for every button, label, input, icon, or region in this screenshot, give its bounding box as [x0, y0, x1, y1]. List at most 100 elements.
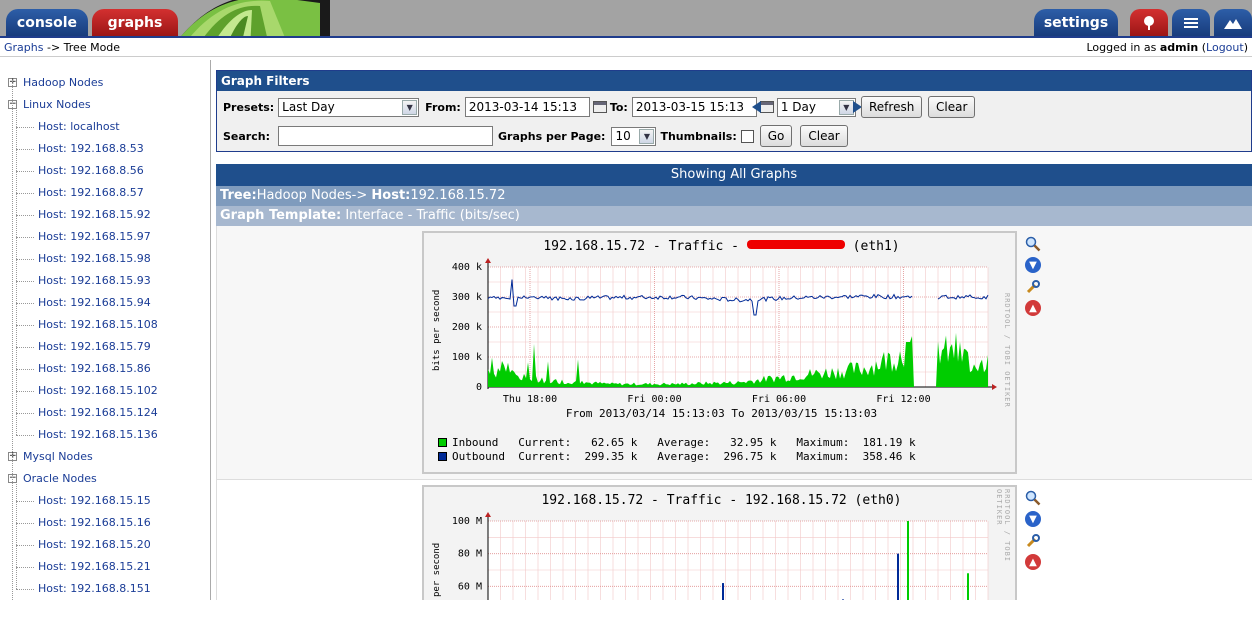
tree-host-node[interactable]: Host: 192.168.15.20: [16, 534, 151, 556]
scroll-to-top-icon[interactable]: ▲: [1025, 300, 1041, 316]
refresh-button[interactable]: Refresh: [861, 96, 923, 118]
tree-host-node[interactable]: Host: 192.168.15.108: [16, 314, 158, 336]
tree-host-node[interactable]: Host: 192.168.8.56: [16, 160, 144, 182]
tree-node-label: Hadoop Nodes: [23, 76, 104, 89]
tree-host-node[interactable]: Host: 192.168.15.93: [16, 270, 151, 292]
timespan-select[interactable]: 1 Day ▼: [776, 97, 856, 117]
csv-export-icon[interactable]: ▼: [1025, 257, 1041, 273]
tree-group-node[interactable]: + Hadoop Nodes: [8, 72, 103, 94]
page-bottom-blank: [0, 600, 1252, 638]
tree-node-label: Host: 192.168.8.57: [38, 186, 144, 199]
tree-host-node[interactable]: Host: 192.168.15.124: [16, 402, 158, 424]
graph-template-label: Graph Template:: [220, 208, 342, 223]
from-date-input[interactable]: 2013-03-14 15:13: [464, 97, 590, 117]
tree-connector: [16, 566, 34, 568]
tree-connector: [16, 214, 34, 216]
breadcrumb-graphs-link[interactable]: Graphs: [4, 41, 43, 54]
tree-host-node[interactable]: Host: 192.168.15.136: [16, 424, 158, 446]
shift-left-arrow-icon[interactable]: [752, 101, 761, 113]
calendar-icon[interactable]: [592, 101, 607, 113]
graph-template-row: Graph Template: Interface - Traffic (bit…: [216, 206, 1252, 226]
tree-node-label: Host: 192.168.15.16: [38, 516, 151, 529]
tree-host-node[interactable]: Host: 192.168.15.102: [16, 380, 158, 402]
tree-node-label: Host: 192.168.15.98: [38, 252, 151, 265]
tree-node-label: Mysql Nodes: [23, 450, 93, 463]
tree-host-node[interactable]: Host: 192.168.15.98: [16, 248, 151, 270]
tree-connector: [16, 346, 34, 348]
x-tick-label: Thu 18:00: [503, 394, 557, 405]
clear-time-button[interactable]: Clear: [928, 96, 976, 118]
calendar-icon[interactable]: [759, 101, 774, 113]
presets-value: Last Day: [282, 99, 335, 114]
presets-select[interactable]: Last Day ▼: [278, 97, 420, 117]
tree-root-connector: [12, 80, 13, 600]
list-view-button[interactable]: [1172, 9, 1210, 37]
tree-label: Tree:: [220, 188, 257, 203]
chevron-down-icon: ▼: [838, 99, 854, 115]
x-tick-label: Fri 12:00: [876, 394, 930, 405]
y-tick-label: 300 k: [452, 292, 482, 303]
tree-host-node[interactable]: Host: 192.168.15.15: [16, 490, 151, 512]
traffic-graph-eth1[interactable]: 192.168.15.72 - Traffic - (eth1) bits pe…: [422, 231, 1017, 474]
zoom-icon[interactable]: [1025, 490, 1041, 506]
scroll-to-top-icon[interactable]: ▲: [1025, 554, 1041, 570]
tree-node-label: Host: 192.168.15.97: [38, 230, 151, 243]
tree-context-row: Tree:Hadoop Nodes-> Host:192.168.15.72: [216, 186, 1252, 206]
tree-connector: [16, 126, 34, 128]
login-status: Logged in as admin (Logout): [1086, 39, 1248, 57]
tree-host-node[interactable]: Host: 192.168.15.21: [16, 556, 151, 578]
graphs-per-page-select[interactable]: 10 ▼: [611, 126, 657, 146]
tree-connector: [16, 236, 34, 238]
host-value: 192.168.15.72: [410, 188, 506, 203]
y-tick-label: 80 M: [458, 549, 482, 560]
properties-wrench-icon[interactable]: [1025, 533, 1041, 549]
from-label: From:: [425, 100, 461, 114]
tree-view-button[interactable]: [1130, 9, 1168, 37]
tree-host-node[interactable]: Host: 192.168.15.97: [16, 226, 151, 248]
chevron-down-icon: ▼: [402, 99, 418, 115]
to-date-input[interactable]: 2013-03-15 15:13: [631, 97, 757, 117]
clear-search-button[interactable]: Clear: [800, 125, 848, 147]
tree-host-node[interactable]: Host: 192.168.15.94: [16, 292, 151, 314]
tree-host-node[interactable]: Host: 192.168.15.92: [16, 204, 151, 226]
tree-node-label: Host: 192.168.15.20: [38, 538, 151, 551]
y-tick-label: 100 k: [452, 352, 482, 363]
tree-host-node[interactable]: Host: 192.168.15.86: [16, 358, 151, 380]
timespan-value: 1 Day: [780, 99, 816, 114]
traffic-graph-eth0[interactable]: 192.168.15.72 - Traffic - 192.168.15.72 …: [422, 485, 1017, 602]
properties-wrench-icon[interactable]: [1025, 279, 1041, 295]
tree-node-label: Host: 192.168.15.21: [38, 560, 151, 573]
tree-host-node[interactable]: Host: 192.168.8.57: [16, 182, 144, 204]
tree-host-node[interactable]: Host: localhost: [16, 116, 120, 138]
tree-node-label: Host: 192.168.15.93: [38, 274, 151, 287]
topbar-divider: [0, 36, 1252, 38]
tree-host-node[interactable]: Host: 192.168.8.53: [16, 138, 144, 160]
tree-group-node[interactable]: − Oracle Nodes: [8, 468, 97, 490]
tree-connector: [16, 434, 34, 436]
tree-host-node[interactable]: Host: 192.168.15.16: [16, 512, 151, 534]
tree-group-node[interactable]: − Linux Nodes: [8, 94, 91, 116]
tree-group-node[interactable]: + Mysql Nodes: [8, 446, 93, 468]
y-tick-label: 60 M: [458, 581, 482, 592]
inbound-swatch: [438, 438, 447, 447]
tree-vertical-connector: [16, 484, 17, 589]
csv-export-icon[interactable]: ▼: [1025, 511, 1041, 527]
zoom-icon[interactable]: [1025, 236, 1041, 252]
tree-connector: [16, 170, 34, 172]
tree-host-node[interactable]: Host: 192.168.15.79: [16, 336, 151, 358]
tree-node-label: Host: 192.168.15.108: [38, 318, 158, 331]
list-icon: [1184, 18, 1198, 28]
traffic-chart-eth0: 40 M60 M80 M100 M: [452, 512, 989, 602]
go-button[interactable]: Go: [759, 125, 793, 147]
preview-view-button[interactable]: [1214, 9, 1252, 37]
logout-link[interactable]: Logout: [1206, 41, 1244, 54]
tree-connector: [16, 368, 34, 370]
graphs-tab[interactable]: graphs: [92, 9, 178, 37]
graphs-per-page-value: 10: [615, 128, 631, 143]
tree-node-label: Host: 192.168.15.79: [38, 340, 151, 353]
settings-tab[interactable]: settings: [1034, 9, 1118, 37]
tree-host-node[interactable]: Host: 192.168.8.151: [16, 578, 151, 600]
search-input[interactable]: [277, 126, 493, 146]
thumbnails-checkbox[interactable]: [740, 129, 754, 143]
console-tab[interactable]: console: [6, 9, 88, 37]
